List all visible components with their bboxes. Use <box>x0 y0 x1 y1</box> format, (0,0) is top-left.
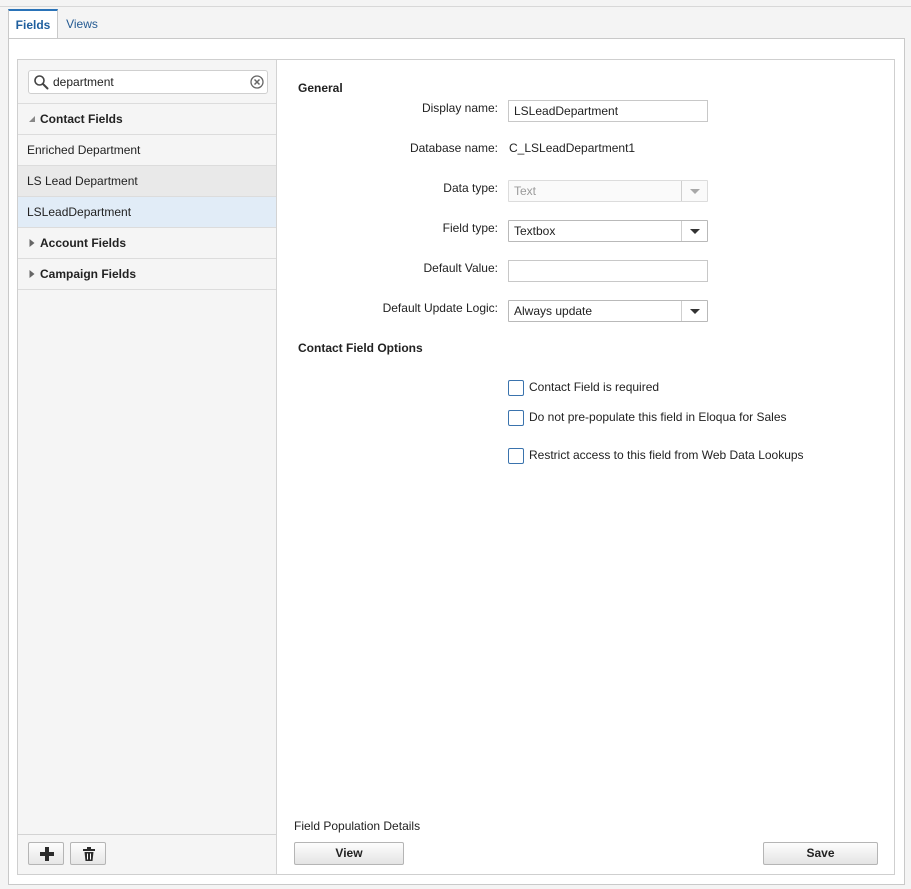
data-type-select: Text <box>508 180 708 202</box>
field-type-select[interactable]: Textbox <box>508 220 708 242</box>
tree-item-ls-lead-department[interactable]: LS Lead Department <box>18 165 276 196</box>
display-name-label: Display name: <box>421 101 498 115</box>
database-name-label: Database name: <box>409 141 498 155</box>
field-type-value: Textbox <box>514 224 556 238</box>
tree-item-enriched-department[interactable]: Enriched Department <box>18 134 276 165</box>
collapsed-triangle-icon <box>29 270 35 278</box>
required-checkbox-label: Contact Field is required <box>529 380 660 394</box>
add-field-button[interactable] <box>28 842 64 865</box>
expanded-triangle-icon <box>29 116 35 122</box>
section-title-general: General <box>298 81 343 95</box>
field-type-label: Field type: <box>442 221 498 235</box>
trash-icon <box>83 847 95 861</box>
chevron-down-icon <box>681 181 707 201</box>
chevron-down-icon[interactable] <box>681 301 707 321</box>
update-logic-select[interactable]: Always update <box>508 300 708 322</box>
default-value-label: Default Value: <box>423 261 499 275</box>
search-input[interactable] <box>53 74 243 90</box>
field-population-label: Field Population Details <box>294 819 421 833</box>
update-logic-value: Always update <box>514 304 593 318</box>
collapsed-triangle-icon <box>29 239 35 247</box>
tree-group-contact-fields[interactable]: Contact Fields <box>18 103 276 134</box>
section-title-contact-field-options: Contact Field Options <box>298 341 423 355</box>
search-box <box>28 70 268 94</box>
tree-item-label: LS Lead Department <box>27 174 138 188</box>
delete-field-button[interactable] <box>70 842 106 865</box>
pane-footer-divider <box>18 834 276 835</box>
search-icon <box>34 75 49 90</box>
tree-group-label: Account Fields <box>40 236 127 250</box>
tree-group-label: Campaign Fields <box>40 267 137 281</box>
tree-divider <box>18 289 276 290</box>
no-prepopulate-checkbox-label: Do not pre-populate this field in Eloqua… <box>529 410 787 424</box>
tab-views[interactable]: Views <box>60 9 104 38</box>
required-checkbox[interactable] <box>508 380 524 396</box>
tree-item-lsleaddepartment[interactable]: LSLeadDepartment <box>18 196 276 227</box>
data-type-label: Data type: <box>443 181 498 195</box>
default-value-input[interactable] <box>508 260 708 282</box>
tree-group-label: Contact Fields <box>40 112 123 126</box>
update-logic-label: Default Update Logic: <box>382 301 498 315</box>
tree-item-label: Enriched Department <box>27 143 141 157</box>
database-name-value: C_LSLeadDepartment1 <box>509 141 636 155</box>
data-type-value: Text <box>514 184 537 198</box>
no-prepopulate-checkbox[interactable] <box>508 410 524 426</box>
chevron-down-icon[interactable] <box>681 221 707 241</box>
tree-group-campaign-fields[interactable]: Campaign Fields <box>18 258 276 289</box>
tab-fields[interactable]: Fields <box>8 9 58 38</box>
clear-search-icon[interactable] <box>250 75 264 89</box>
view-button[interactable]: View <box>294 842 404 865</box>
tree-item-label: LSLeadDepartment <box>27 205 132 219</box>
save-button[interactable]: Save <box>763 842 878 865</box>
restrict-access-checkbox[interactable] <box>508 448 524 464</box>
tab-strip-line <box>0 6 911 7</box>
display-name-input[interactable] <box>508 100 708 122</box>
restrict-access-checkbox-label: Restrict access to this field from Web D… <box>529 448 804 462</box>
plus-icon <box>40 847 54 861</box>
tree-group-account-fields[interactable]: Account Fields <box>18 227 276 258</box>
